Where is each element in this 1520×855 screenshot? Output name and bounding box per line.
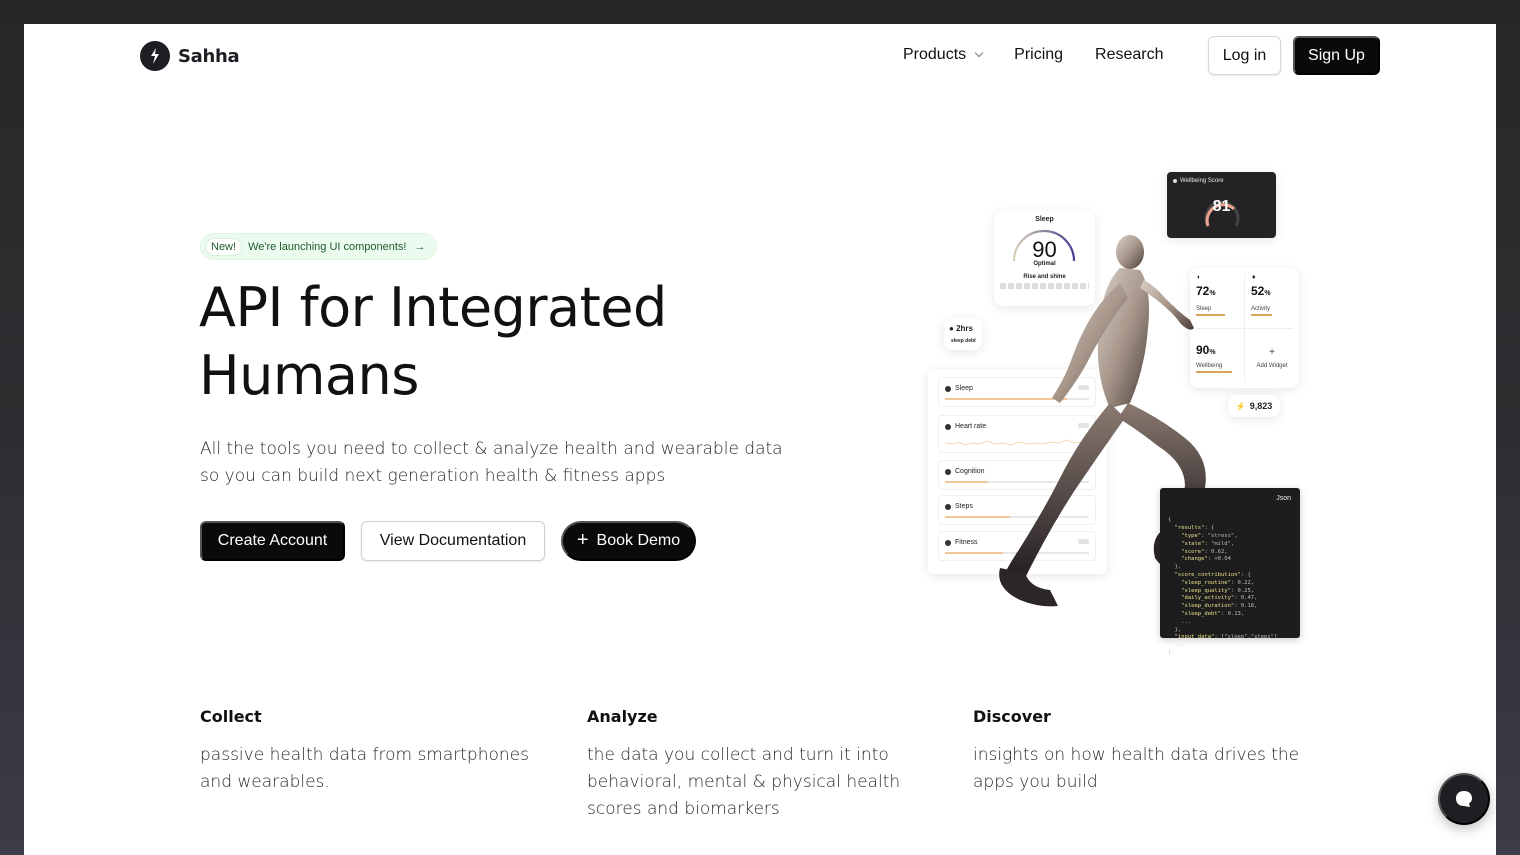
dot-icon (1173, 179, 1177, 183)
signup-button[interactable]: Sign Up (1293, 36, 1380, 75)
widget-unit: % (1264, 290, 1271, 297)
steps-icon (945, 503, 951, 510)
page: Sahha Products Pricing Research Log in S… (24, 24, 1496, 855)
sleep-debt-value: ● 2hrs (949, 324, 973, 333)
brand-logo[interactable]: Sahha (140, 41, 240, 71)
hero-subtext: All the tools you need to collect & anal… (200, 439, 783, 486)
nav-products-label: Products (903, 46, 967, 63)
json-line: "score_contribution": { (1174, 571, 1251, 578)
wellbeing-title: Wellbeing Score (1173, 178, 1224, 184)
sahha-logo-icon (140, 41, 170, 71)
json-line: }, (1168, 626, 1182, 633)
hero-headline: API for Integrated Humans (199, 274, 839, 410)
badge-new-tag: New! (205, 237, 243, 256)
feature-analyze: Analyze the data you collect and turn it… (587, 707, 947, 823)
feature-title: Collect (200, 707, 262, 726)
view-documentation-button[interactable]: View Documentation (361, 521, 545, 561)
widget-bar (1251, 314, 1272, 316)
feature-text: the data you collect and turn it into be… (587, 745, 901, 819)
chat-widget-button[interactable] (1438, 773, 1490, 825)
json-line: ... (1168, 642, 1185, 649)
nav-research[interactable]: Research (1095, 46, 1163, 64)
json-line: "input_data": ["sleep","steps"] (1174, 634, 1278, 641)
widget-number: 52 (1251, 284, 1265, 298)
json-line: "sleep_duration": 0.18, (1181, 603, 1258, 610)
json-line: "score": 0.62, (1181, 548, 1228, 555)
top-nav: Sahha Products Pricing Research Log in S… (24, 24, 1496, 88)
add-widget-button[interactable]: + Add Widget (1245, 329, 1299, 388)
json-line: { (1168, 517, 1172, 524)
nav-products[interactable]: Products (903, 46, 984, 64)
headline-line-1: API for Integrated (199, 276, 667, 339)
moon-icon (945, 385, 951, 392)
feature-text: passive health data from smartphones and… (200, 745, 529, 792)
sleep-debt-card: ● 2hrs sleep debt (944, 318, 982, 350)
chat-bubble-icon (1456, 791, 1472, 807)
runner-icon: ⚡ (1235, 401, 1246, 411)
json-line: ... (1168, 618, 1192, 625)
nav-pricing[interactable]: Pricing (1014, 46, 1063, 64)
book-demo-label: Book Demo (596, 532, 681, 549)
widget-value: 52% (1251, 284, 1271, 298)
plus-icon: + (1269, 347, 1275, 358)
hero-illustration: Sleep Heart rate Cognition Steps Fitness (900, 168, 1300, 656)
feature-collect: Collect passive health data from smartph… (200, 707, 560, 796)
sleep-card-title: Sleep (1035, 216, 1054, 223)
create-account-button[interactable]: Create Account (200, 521, 345, 561)
wellbeing-title-text: Wellbeing Score (1180, 178, 1224, 184)
widget-label: Activity (1251, 306, 1271, 312)
feature-discover: Discover insights on how health data dri… (973, 707, 1333, 796)
json-line: "sleep_debt": 0.13, (1181, 610, 1245, 617)
wellbeing-score-value: 81 (1212, 198, 1231, 215)
json-line: "change": +0.04 (1181, 556, 1231, 563)
json-line: }, (1168, 564, 1182, 571)
widget-activity: ♦ 52% Activity (1245, 268, 1299, 327)
json-line: "sleep_quality": 0.25, (1181, 587, 1255, 594)
dumbbell-icon (945, 539, 951, 546)
brain-icon (945, 468, 951, 475)
json-line: "results": { (1174, 525, 1215, 532)
heart-icon (945, 423, 951, 430)
plus-icon: + (576, 529, 589, 551)
json-line: "daily_activity": 0.47, (1181, 595, 1258, 602)
nav-links: Products Pricing Research (903, 46, 1196, 64)
feature-text: insights on how health data drives the a… (973, 745, 1300, 792)
headline-line-2: Humans (199, 344, 419, 407)
chevron-down-icon (974, 48, 984, 58)
metric-label: Sleep (955, 385, 973, 392)
metric-label: Fitness (955, 539, 978, 546)
json-response-card: Json { "results": { "type": "stress", "s… (1160, 488, 1300, 656)
login-button[interactable]: Log in (1208, 36, 1281, 75)
add-widget-label: Add Widget (1256, 363, 1288, 369)
json-line: } (1168, 649, 1172, 656)
feature-title: Analyze (587, 707, 658, 726)
metric-label: Steps (955, 503, 973, 510)
json-line: "type": "stress", (1181, 532, 1238, 539)
flame-icon: ♦ (1252, 274, 1256, 281)
json-tag: Json (1276, 495, 1291, 502)
book-demo-button[interactable]: + Book Demo (561, 521, 696, 561)
steps-count-card: ⚡ 9,823 (1228, 395, 1280, 417)
steps-count: 9,823 (1249, 401, 1273, 411)
badge-text: We're launching UI components! (248, 240, 407, 253)
json-code: { "results": { "type": "stress", "state"… (1168, 517, 1292, 657)
sleep-debt-number: 2hrs (956, 324, 973, 333)
json-line: "sleep_routine": 0.22, (1181, 579, 1255, 586)
feature-title: Discover (973, 707, 1051, 726)
json-line: "state": "mild", (1181, 540, 1235, 547)
brand-name: Sahha (178, 45, 240, 67)
announcement-badge[interactable]: New! We're launching UI components! → (200, 233, 437, 260)
sleep-debt-label: sleep debt (951, 338, 976, 344)
arrow-right-icon: → (414, 240, 426, 253)
